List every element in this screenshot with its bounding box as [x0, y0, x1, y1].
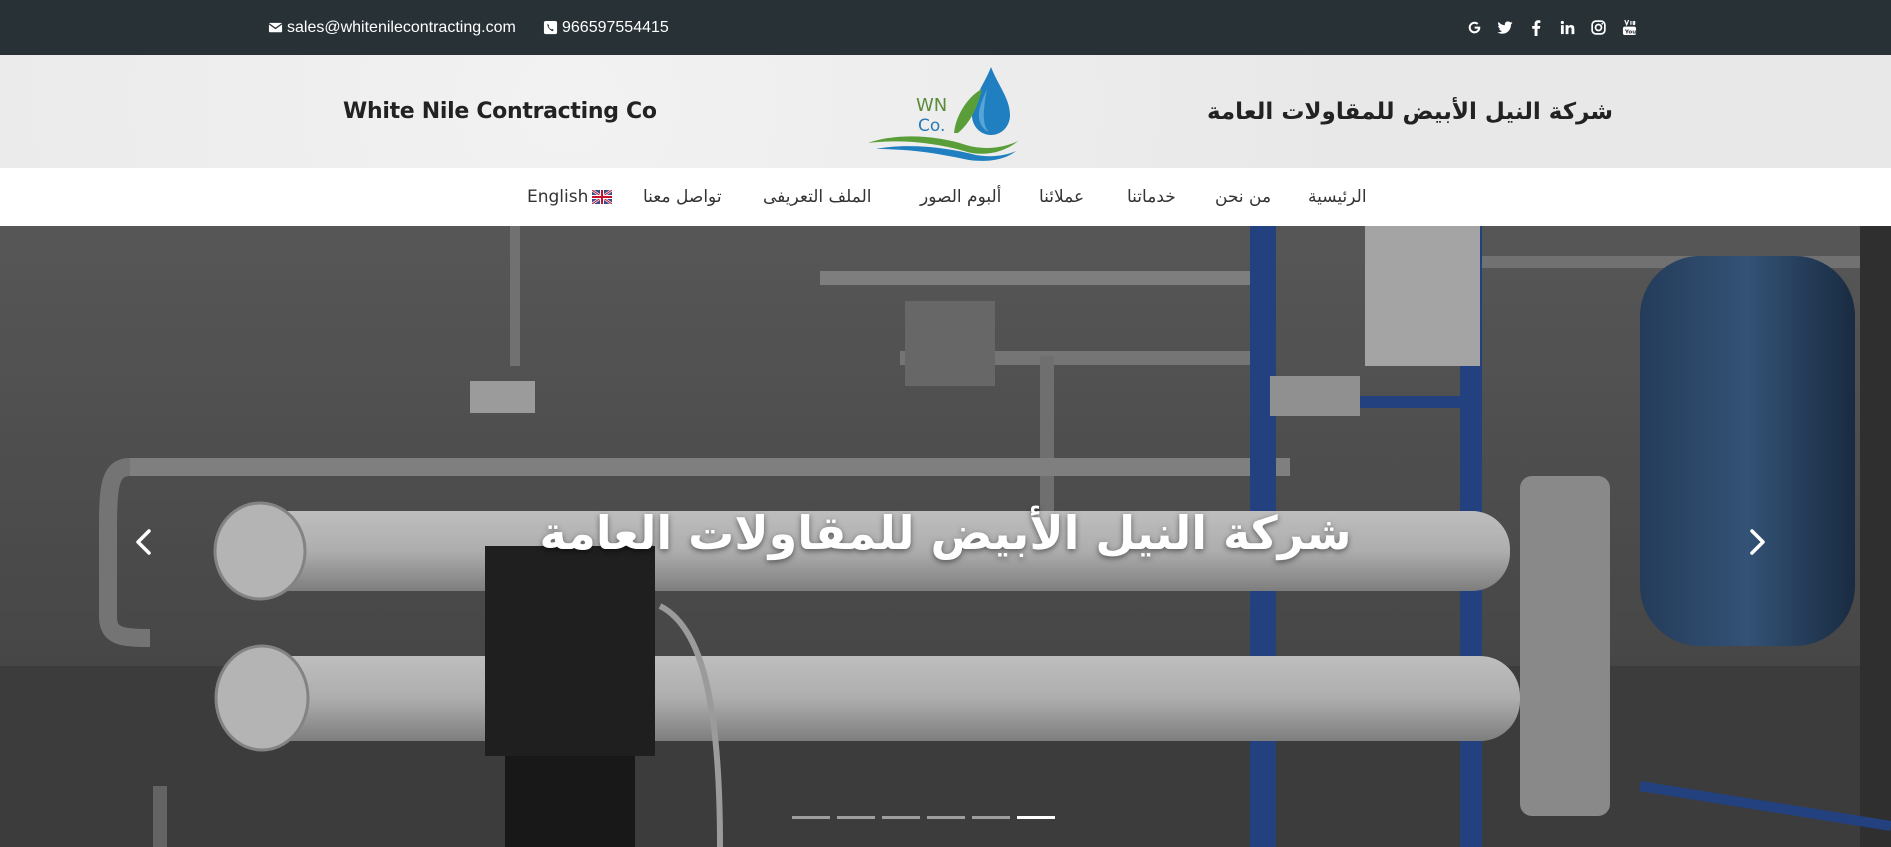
email-link[interactable]: sales@whitenilecontracting.com [268, 0, 516, 55]
company-logo[interactable]: WN Co. [866, 63, 1022, 163]
youtube-icon[interactable]: You [1620, 19, 1638, 37]
svg-text:Co.: Co. [918, 116, 945, 136]
carousel-indicator-5[interactable] [972, 816, 1010, 819]
email-text: sales@whitenilecontracting.com [287, 18, 516, 36]
carousel-indicator-4[interactable] [927, 816, 965, 819]
phone-text: 966597554415 [562, 18, 669, 36]
nav-item-english[interactable]: English [527, 168, 613, 226]
company-name-arabic: شركة النيل الأبيض للمقاولات العامة [1206, 98, 1613, 125]
nav-item-gallery[interactable]: ألبوم الصور [920, 168, 1001, 226]
svg-text:You: You [1623, 30, 1635, 36]
nav-item-profile[interactable]: الملف التعريفى [763, 168, 871, 226]
carousel-indicator-6[interactable] [1017, 816, 1055, 819]
social-links: You [1465, 0, 1638, 55]
nav-item-services[interactable]: خدماتنا [1127, 168, 1176, 226]
nav-item-home[interactable]: الرئيسية [1308, 168, 1367, 226]
envelope-icon [268, 22, 283, 33]
facebook-icon[interactable] [1527, 19, 1545, 37]
chevron-left-icon [136, 529, 151, 555]
phone-icon [543, 20, 558, 35]
svg-text:WN: WN [916, 95, 947, 116]
nav-item-clients[interactable]: عملائنا [1039, 168, 1084, 226]
hero-caption: شركة النيل الأبيض للمقاولات العامة [539, 506, 1352, 560]
phone-link[interactable]: 966597554415 [543, 0, 669, 55]
carousel-indicator-1[interactable] [792, 816, 830, 819]
carousel-prev-button[interactable] [128, 522, 158, 562]
main-navigation: الرئيسية من نحن خدماتنا عملائنا ألبوم ال… [0, 168, 1891, 226]
chevron-right-icon [1750, 529, 1765, 555]
site-header: White Nile Contracting Co WN Co. شركة ال… [0, 55, 1891, 168]
hero-carousel: شركة النيل الأبيض للمقاولات العامة [0, 226, 1891, 847]
carousel-next-button[interactable] [1743, 522, 1773, 562]
nav-item-contact[interactable]: تواصل معنا [643, 168, 722, 226]
carousel-indicator-2[interactable] [837, 816, 875, 819]
instagram-icon[interactable] [1589, 19, 1607, 37]
linkedin-icon[interactable] [1558, 19, 1576, 37]
google-icon[interactable] [1465, 19, 1483, 37]
top-bar: sales@whitenilecontracting.com 966597554… [0, 0, 1891, 55]
twitter-icon[interactable] [1496, 19, 1514, 37]
company-name-english: White Nile Contracting Co [343, 99, 657, 124]
carousel-indicators [792, 816, 1055, 819]
uk-flag-icon [592, 190, 613, 204]
nav-item-about[interactable]: من نحن [1215, 168, 1271, 226]
carousel-indicator-3[interactable] [882, 816, 920, 819]
